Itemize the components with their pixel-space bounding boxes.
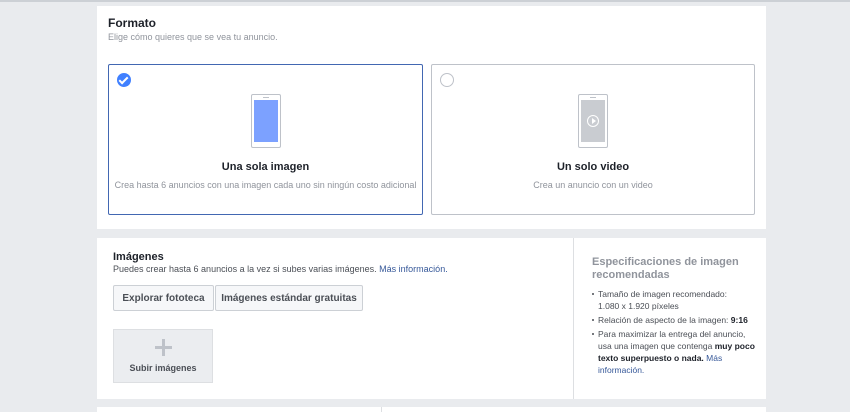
images-section: Imágenes Puedes crear hasta 6 anuncios a… bbox=[97, 238, 766, 399]
upload-label: Subir imágenes bbox=[129, 363, 197, 373]
radio-unselected-icon bbox=[440, 73, 454, 87]
free-stock-images-button[interactable]: Imágenes estándar gratuitas bbox=[215, 285, 363, 311]
option-title: Una sola imagen bbox=[221, 161, 310, 173]
images-title: Imágenes bbox=[113, 251, 164, 263]
option-description: Crea un anuncio con un video bbox=[533, 180, 653, 190]
more-info-link[interactable]: Más información. bbox=[379, 264, 448, 274]
format-title: Formato bbox=[108, 16, 156, 30]
single-video-option[interactable]: Un solo video Crea un anuncio con un vid… bbox=[431, 64, 755, 215]
divider bbox=[573, 238, 574, 399]
selected-check-icon bbox=[117, 73, 131, 87]
plus-icon bbox=[155, 339, 172, 356]
explore-library-button[interactable]: Explorar fototeca bbox=[113, 285, 214, 311]
format-section: Formato Elige cómo quieres que se vea tu… bbox=[97, 6, 766, 229]
top-border bbox=[0, 0, 850, 2]
upload-images-button[interactable]: Subir imágenes bbox=[113, 329, 213, 383]
single-image-option[interactable]: Una sola imagen Crea hasta 6 anuncios co… bbox=[108, 64, 423, 215]
divider bbox=[381, 407, 382, 412]
format-subtitle: Elige cómo quieres que se vea tu anuncio… bbox=[108, 32, 278, 42]
next-section bbox=[97, 407, 766, 412]
images-subtitle: Puedes crear hasta 6 anuncios a la vez s… bbox=[113, 264, 448, 274]
spec-ratio: Relación de aspecto de la imagen: 9:16 bbox=[592, 314, 757, 326]
specs-title: Especificaciones de imagen recomendadas bbox=[592, 256, 739, 281]
images-subtitle-text: Puedes crear hasta 6 anuncios a la vez s… bbox=[113, 264, 377, 274]
phone-image-icon bbox=[250, 94, 281, 148]
spec-size: Tamaño de imagen recomendado: 1.080 x 1.… bbox=[592, 288, 757, 312]
option-title: Un solo video bbox=[556, 161, 630, 173]
image-specs-panel: Especificaciones de imagen recomendadas … bbox=[592, 256, 757, 378]
play-icon bbox=[587, 115, 599, 127]
phone-video-icon bbox=[578, 94, 608, 148]
images-panel: Imágenes Puedes crear hasta 6 anuncios a… bbox=[97, 238, 573, 399]
spec-text-advice: Para maximizar la entrega del anuncio, u… bbox=[592, 328, 757, 376]
option-description: Crea hasta 6 anuncios con una imagen cad… bbox=[114, 180, 417, 190]
